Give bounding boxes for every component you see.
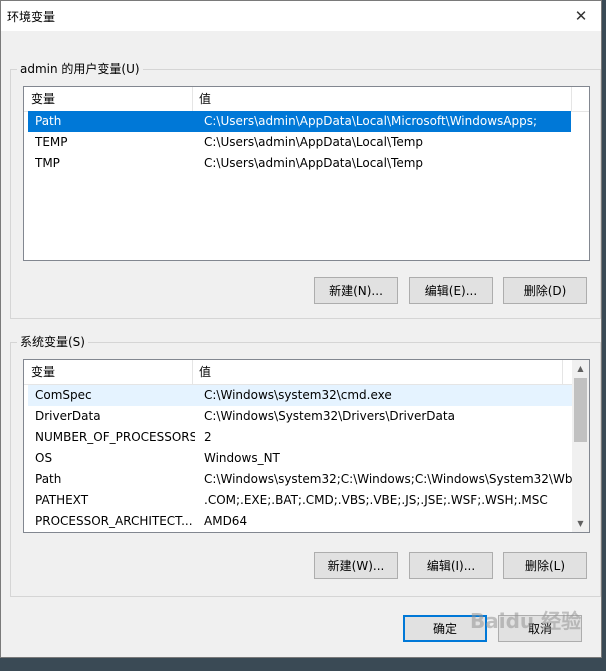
variable-name: NUMBER_OF_PROCESSORS [35, 430, 195, 444]
system-variables-label: 系统变量(S) [17, 334, 88, 350]
close-icon[interactable]: ✕ [561, 1, 601, 31]
scroll-thumb[interactable] [574, 378, 587, 442]
title-bar: 环境变量 ✕ [1, 1, 601, 31]
variable-name: ComSpec [35, 388, 92, 402]
baidu-watermark: Baidu 经验 [470, 609, 582, 633]
list-item[interactable]: DriverData C:\Windows\System32\Drivers\D… [28, 406, 573, 427]
environment-variables-dialog: 环境变量 ✕ admin 的用户变量(U) 变量 值 Path C:\Users… [0, 0, 602, 658]
variable-value: .COM;.EXE;.BAT;.CMD;.VBS;.VBE;.JS;.JSE;.… [204, 493, 548, 507]
list-item[interactable]: Path C:\Users\admin\AppData\Local\Micros… [28, 111, 571, 132]
list-item[interactable]: TMP C:\Users\admin\AppData\Local\Temp [28, 153, 571, 174]
variable-value: AMD64 [204, 514, 248, 528]
variable-name: TMP [35, 156, 60, 170]
variable-name: DriverData [35, 409, 101, 423]
variable-value: 2 [204, 430, 212, 444]
list-item[interactable]: NUMBER_OF_PROCESSORS 2 [28, 427, 573, 448]
list-item[interactable]: Path C:\Windows\system32;C:\Windows;C:\W… [28, 469, 584, 490]
list-item[interactable]: PATHEXT .COM;.EXE;.BAT;.CMD;.VBS;.VBE;.J… [28, 490, 573, 511]
scroll-up-icon[interactable]: ▲ [572, 360, 589, 377]
window-title: 环境变量 [7, 10, 56, 24]
system-variables-list[interactable]: 变量 值 ComSpec C:\Windows\system32\cmd.exe… [23, 359, 590, 533]
variable-value: C:\Windows\system32\cmd.exe [204, 388, 392, 402]
user-variables-label: admin 的用户变量(U) [17, 61, 143, 77]
variable-value: C:\Users\admin\AppData\Local\Temp [204, 135, 424, 149]
vertical-scrollbar[interactable]: ▲ ▼ [572, 360, 589, 532]
variable-name: Path [35, 114, 62, 128]
column-divider[interactable] [571, 87, 572, 111]
variable-name: Path [35, 472, 62, 486]
list-item[interactable]: OS Windows_NT [28, 448, 573, 469]
variable-value: C:\Windows\system32;C:\Windows;C:\Window… [204, 472, 584, 486]
column-divider[interactable] [562, 360, 563, 384]
variable-name: OS [35, 451, 53, 465]
system-edit-button[interactable]: 编辑(I)... [409, 552, 493, 579]
variable-value: C:\Users\admin\AppData\Local\Microsoft\W… [204, 114, 537, 128]
column-header-name[interactable]: 变量 [24, 360, 192, 384]
variable-value: Windows_NT [204, 451, 280, 465]
column-header-name[interactable]: 变量 [24, 87, 192, 111]
variable-value: C:\Windows\System32\Drivers\DriverData [204, 409, 455, 423]
variable-name: TEMP [35, 135, 68, 149]
scroll-down-icon[interactable]: ▼ [572, 515, 589, 532]
user-variables-list[interactable]: 变量 值 Path C:\Users\admin\AppData\Local\M… [23, 86, 590, 261]
list-item[interactable]: PROCESSOR_ARCHITECT... AMD64 [28, 511, 573, 532]
list-item[interactable]: TEMP C:\Users\admin\AppData\Local\Temp [28, 132, 571, 153]
user-new-button[interactable]: 新建(N)... [314, 277, 398, 304]
column-header-value[interactable]: 值 [192, 360, 562, 384]
variable-name: PATHEXT [35, 493, 89, 507]
user-edit-button[interactable]: 编辑(E)... [409, 277, 493, 304]
variable-name: PROCESSOR_ARCHITECT... [35, 514, 193, 528]
variable-value: C:\Users\admin\AppData\Local\Temp [204, 156, 424, 170]
list-header: 变量 值 [24, 360, 572, 385]
column-header-value[interactable]: 值 [192, 87, 572, 111]
user-delete-button[interactable]: 删除(D) [503, 277, 587, 304]
system-new-button[interactable]: 新建(W)... [314, 552, 398, 579]
system-delete-button[interactable]: 删除(L) [503, 552, 587, 579]
list-header: 变量 值 [24, 87, 589, 112]
list-item[interactable]: ComSpec C:\Windows\system32\cmd.exe [28, 385, 573, 406]
